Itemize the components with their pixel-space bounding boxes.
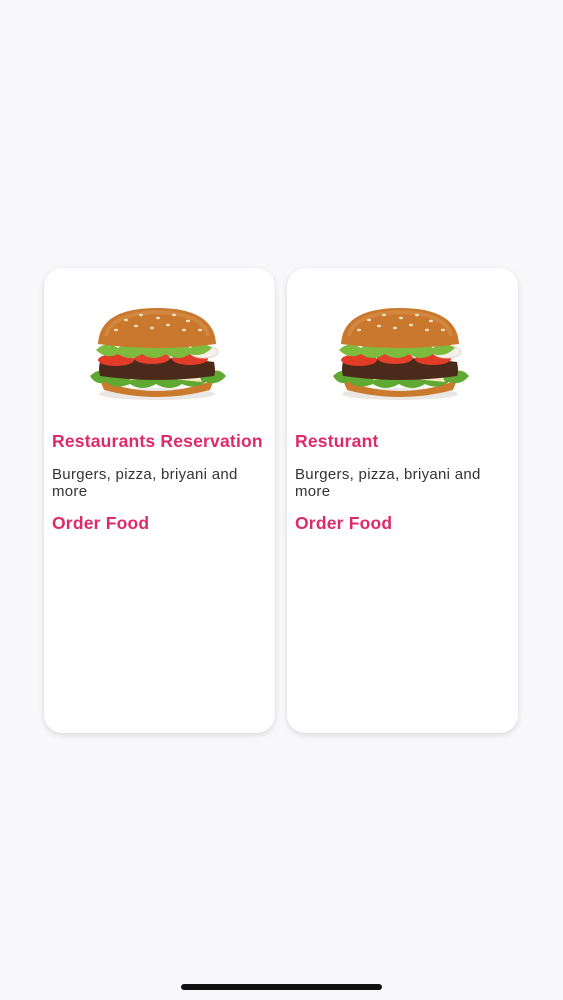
burger-image bbox=[90, 308, 226, 400]
card-list: Restaurants Reservation Burgers, pizza, … bbox=[44, 268, 519, 733]
restaurant-card[interactable]: Restaurants Reservation Burgers, pizza, … bbox=[44, 268, 275, 733]
card-title: Restaurants Reservation bbox=[52, 431, 263, 451]
card-description: Burgers, pizza, briyani and more bbox=[52, 466, 238, 500]
order-food-link[interactable]: Order Food bbox=[295, 513, 392, 534]
restaurant-card[interactable]: Resturant Burgers, pizza, briyani and mo… bbox=[287, 268, 518, 733]
card-description: Burgers, pizza, briyani and more bbox=[295, 466, 481, 500]
burger-image bbox=[333, 308, 469, 400]
order-food-link[interactable]: Order Food bbox=[52, 513, 149, 534]
status-bar bbox=[0, 0, 563, 44]
card-title: Resturant bbox=[295, 431, 379, 451]
home-indicator[interactable] bbox=[181, 984, 382, 990]
